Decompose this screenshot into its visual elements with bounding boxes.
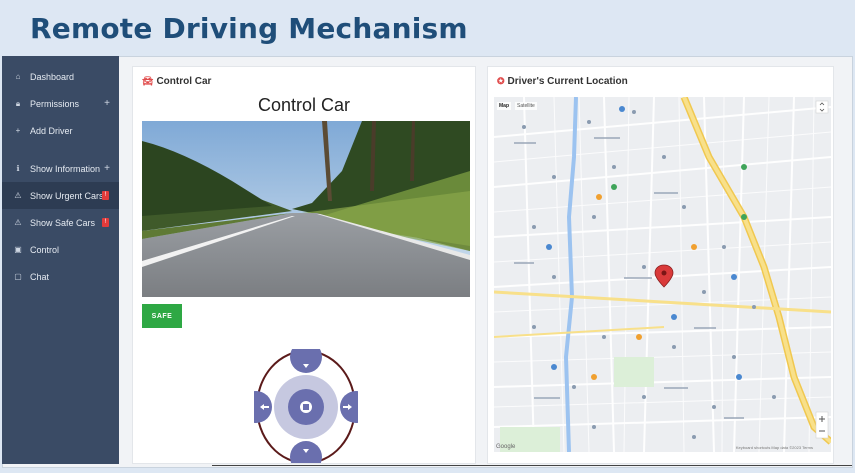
expand-icon[interactable]: + — [104, 98, 110, 109]
alert-badge: ! — [102, 191, 109, 200]
slide-title: Remote Driving Mechanism — [30, 12, 468, 45]
sidebar-item-chat[interactable]: ▢ Chat — [2, 263, 119, 290]
road-image — [142, 121, 470, 297]
lock-icon: 🔒︎ — [15, 98, 21, 108]
sidebar: ⌂ Dashboard 🔒︎ Permissions + + Add Drive… — [2, 56, 119, 464]
google-logo: Google — [496, 444, 516, 450]
car-icon: 🚘︎ — [142, 76, 154, 86]
map-attribution: Keyboard shortcuts Map data ©2023 Terms — [735, 445, 813, 450]
map-type-tabs: Map Satellite — [497, 102, 537, 110]
sidebar-item-control[interactable]: ▣ Control — [2, 236, 119, 263]
sidebar-item-label: Permissions — [30, 98, 80, 109]
monitor-icon: ▣ — [14, 245, 22, 254]
sidebar-item-label: Show Urgent Cars — [30, 190, 104, 201]
card-header: 🚘︎ Control Car — [142, 76, 211, 87]
control-heading: Control Car — [257, 95, 351, 115]
sidebar-item-show-information[interactable]: ℹ Show Information + — [2, 155, 119, 182]
sidebar-item-add-driver[interactable]: + Add Driver — [2, 117, 119, 144]
map-tab-map[interactable]: Map — [497, 102, 511, 110]
zoom-control[interactable] — [815, 411, 829, 439]
map-tab-satellite[interactable]: Satellite — [515, 102, 537, 110]
sidebar-item-dashboard[interactable]: ⌂ Dashboard — [2, 63, 119, 90]
sidebar-item-label: Control — [30, 244, 60, 255]
sidebar-item-label: Show Safe Cars — [30, 217, 96, 228]
map-canvas — [494, 97, 831, 452]
sidebar-item-label: Chat — [30, 271, 50, 282]
control-car-card: 🚘︎ Control Car Control Car SAFE — [132, 66, 476, 464]
sidebar-item-label: Show Information — [30, 163, 101, 174]
sidebar-item-show-urgent-cars[interactable]: ⚠ Show Urgent Cars ! — [2, 182, 119, 209]
home-icon: ⌂ — [15, 72, 21, 81]
joystick-stop-button[interactable] — [288, 389, 324, 425]
chat-icon: ▢ — [14, 272, 22, 281]
warning-icon: ⚠ — [14, 191, 22, 200]
sidebar-item-permissions[interactable]: 🔒︎ Permissions + — [2, 90, 119, 117]
map-pin-icon: ✪ — [497, 76, 505, 86]
alert-badge: ! — [102, 218, 109, 227]
card-header: ✪ Driver's Current Location — [497, 76, 628, 87]
joystick-control[interactable] — [240, 341, 372, 463]
bottom-rule — [212, 465, 852, 466]
sidebar-item-label: Add Driver — [30, 125, 73, 136]
expand-icon[interactable]: + — [104, 163, 110, 174]
warning-icon: ⚠ — [14, 218, 22, 227]
location-map[interactable]: Map Satellite Google Keyboard shortcuts … — [494, 97, 831, 452]
info-icon: ℹ — [16, 164, 20, 173]
sidebar-item-label: Dashboard — [30, 71, 75, 82]
card-title: Control Car — [156, 76, 212, 87]
driver-location-card: ✪ Driver's Current Location Map Satellit… — [487, 66, 834, 464]
road-camera-feed — [142, 121, 470, 297]
fullscreen-icon[interactable] — [815, 100, 829, 114]
plus-icon: + — [15, 126, 21, 135]
safe-button[interactable]: SAFE — [142, 304, 182, 328]
sidebar-item-show-safe-cars[interactable]: ⚠ Show Safe Cars ! — [2, 209, 119, 236]
card-title: Driver's Current Location — [507, 76, 628, 87]
